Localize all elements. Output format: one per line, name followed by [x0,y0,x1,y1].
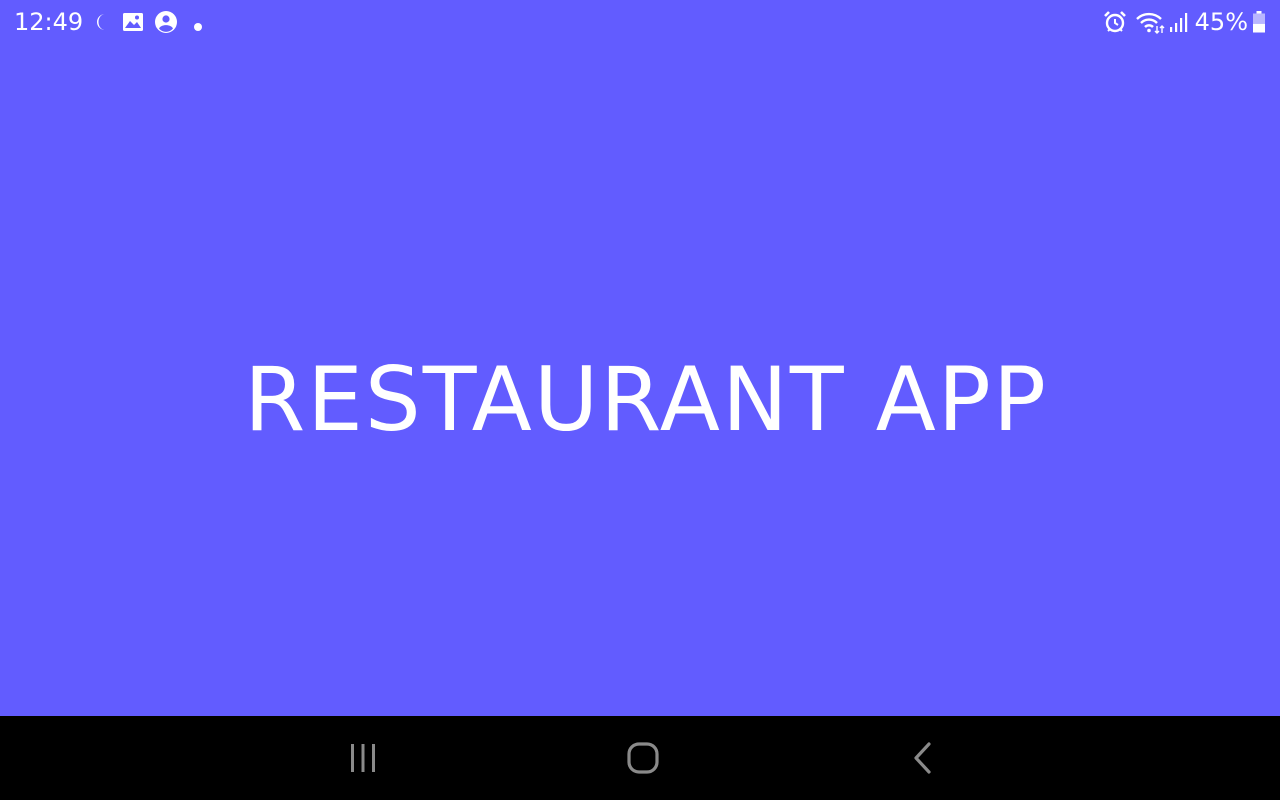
alarm-icon [1103,10,1127,34]
battery-icon [1252,10,1266,34]
status-time: 12:49 [14,8,84,36]
wifi-icon [1135,10,1165,34]
gallery-icon [122,11,144,33]
notification-icons [94,9,202,35]
navigation-bar [0,716,1280,800]
recent-apps-icon [348,743,378,773]
account-icon [154,10,178,34]
signal-icon [1169,11,1189,33]
app-screen: 12:49 45% RESTAURANT APP [0,0,1280,716]
status-bar: 12:49 45% [0,0,1280,44]
system-status: 45% [1103,8,1266,36]
recent-apps-button[interactable] [333,736,393,780]
home-button[interactable] [613,736,673,780]
back-icon [910,741,934,775]
battery-percent: 45% [1194,8,1248,36]
moon-icon [94,11,110,33]
app-title: RESTAURANT APP [244,348,1048,451]
dot-icon [194,18,202,31]
home-icon [626,741,660,775]
back-button[interactable] [892,736,952,780]
